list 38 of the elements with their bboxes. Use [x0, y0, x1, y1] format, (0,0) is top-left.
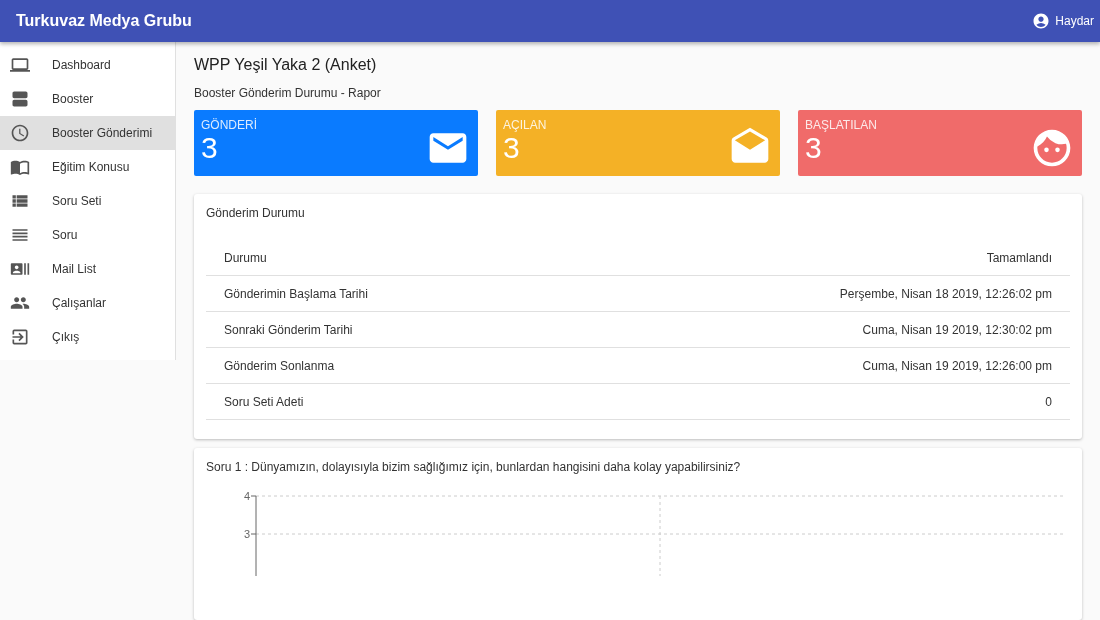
table-cell: Soru Seti Adeti [224, 394, 304, 409]
sidebar-item[interactable]: Booster [0, 82, 175, 116]
clock-icon [10, 123, 30, 143]
table-cell: Perşembe, Nisan 18 2019, 12:26:02 pm [839, 286, 1052, 301]
axis-tick-label: 4 [243, 489, 250, 502]
table-cell: Sonraki Gönderim Tarihi [224, 322, 353, 337]
sidebar-item[interactable]: Dashboard [0, 48, 175, 82]
stat-label: AÇILAN [503, 118, 548, 132]
table-cell: Cuma, Nisan 19 2019, 12:26:00 pm [862, 358, 1052, 373]
table-cell: 0 [1045, 394, 1052, 409]
page-subtitle: Booster Gönderim Durumu - Rapor [194, 86, 382, 100]
laptop-icon [10, 55, 30, 75]
stat-label: GÖNDERİ [201, 118, 258, 132]
question-text: Soru 1 : Dünyamızın, dolayısıyla bizim sağlığımız için, bunlardan hangisini daha kolay yapabilirsiniz? [206, 459, 742, 474]
stat-value: 3 [201, 132, 218, 164]
table-cell: Cuma, Nisan 19 2019, 12:30:02 pm [862, 322, 1052, 337]
panel-title: Gönderim Durumu [206, 206, 306, 220]
stat-label: BAŞLATILAN [805, 118, 878, 132]
app-title: Turkuvaz Medya Grubu [16, 12, 192, 30]
table-cell: Gönderim Sonlanma [224, 358, 335, 373]
account-icon [1032, 12, 1051, 30]
user-menu[interactable]: Haydar [1032, 12, 1094, 30]
sidebar-item[interactable]: Booster Gönderimi [0, 116, 175, 150]
exit-icon [10, 327, 30, 347]
sidebar-item[interactable]: Eğitim Konusu [0, 150, 175, 184]
page-title: WPP Yeşil Yaka 2 (Anket) [194, 56, 378, 74]
axis-tick-label: 3 [243, 527, 250, 540]
sidebar-item[interactable]: Mail List [0, 252, 175, 286]
agenda-icon [10, 89, 30, 109]
table-cell: Gönderimin Başlama Tarihi [224, 286, 368, 301]
table-cell: Durumu [224, 250, 267, 265]
stat-value: 3 [805, 132, 822, 164]
sidebar-item[interactable]: Soru [0, 218, 175, 252]
sidebar-item[interactable]: Çalışanlar [0, 286, 175, 320]
sidebar-item[interactable]: Soru Seti [0, 184, 175, 218]
table-cell: Tamamlandı [986, 250, 1052, 265]
sidebar-item[interactable]: Çıkış [0, 320, 175, 354]
stat-value: 3 [503, 132, 520, 164]
